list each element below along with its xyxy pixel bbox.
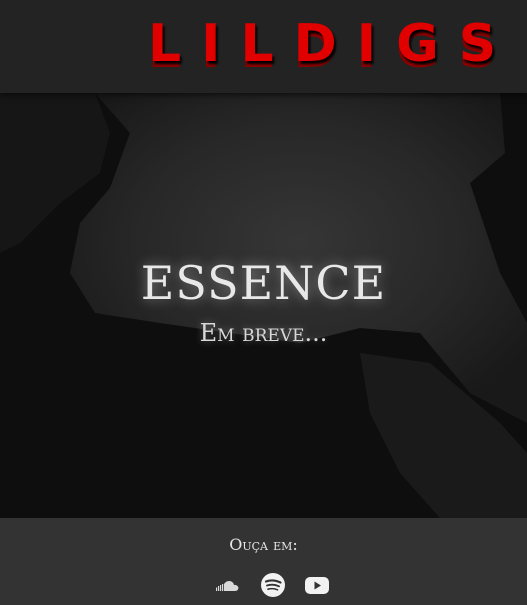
- soundcloud-link[interactable]: [215, 572, 241, 598]
- spotify-icon: [261, 573, 285, 597]
- listen-on-label: Ouça em:: [229, 535, 298, 554]
- hero-title: ESSENCE: [140, 256, 387, 310]
- hero-section: ESSENCE Em breve...: [0, 93, 527, 518]
- site-logo[interactable]: LILDIGS: [148, 14, 516, 74]
- spotify-link[interactable]: [260, 572, 286, 598]
- youtube-link[interactable]: [304, 572, 330, 598]
- site-footer: Ouça em:: [0, 518, 527, 605]
- site-header: LILDIGS: [0, 0, 527, 93]
- hero-subtitle: Em breve...: [199, 319, 328, 347]
- soundcloud-icon: [216, 581, 239, 591]
- youtube-icon: [305, 577, 329, 594]
